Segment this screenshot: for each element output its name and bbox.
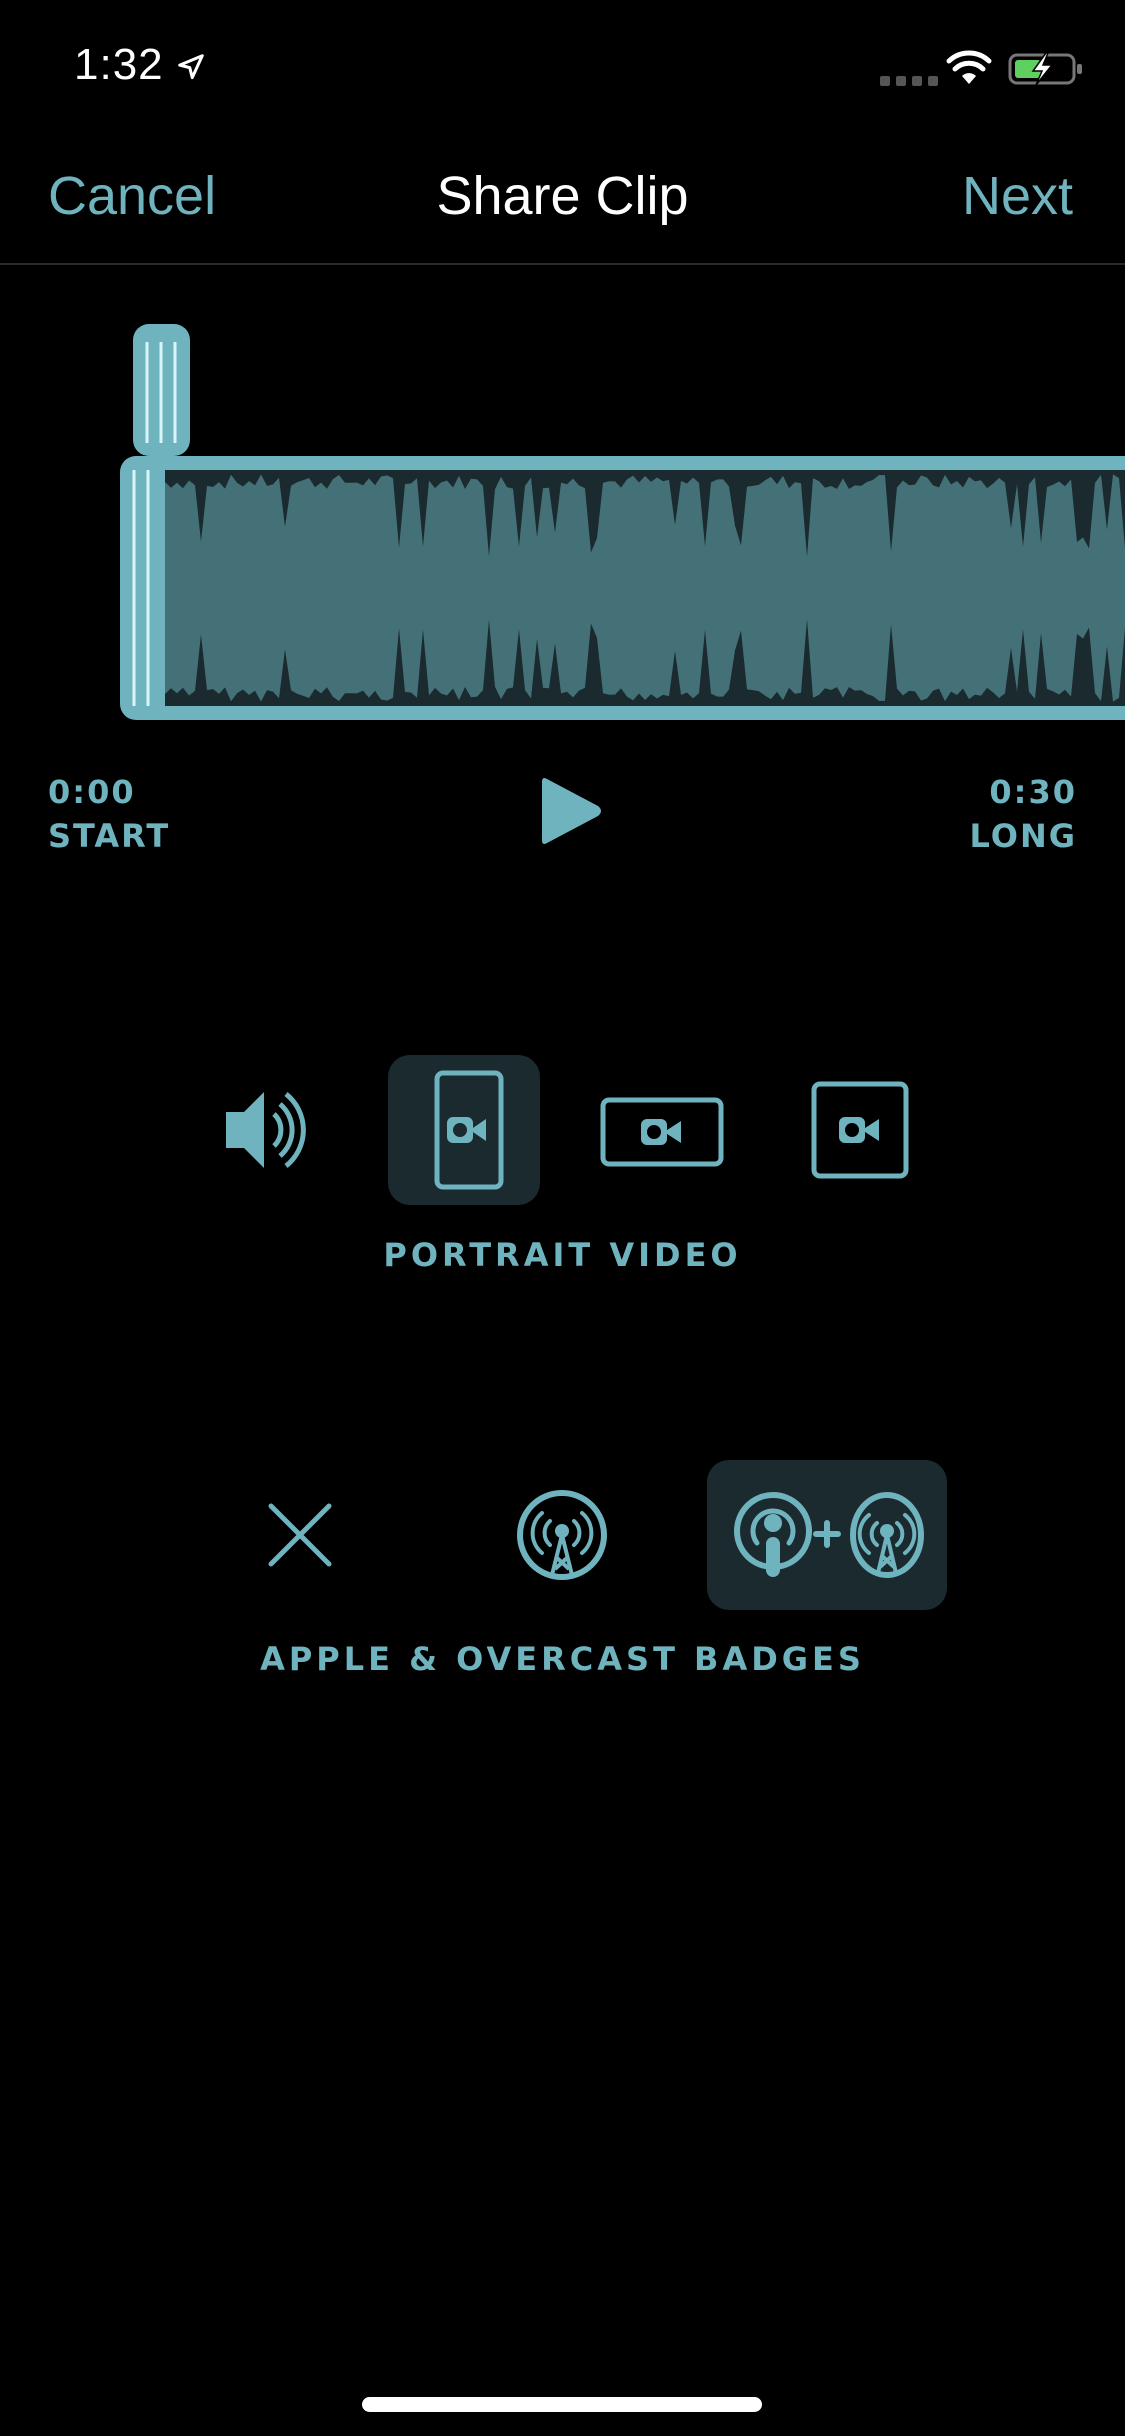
battery-charging-icon	[1008, 52, 1082, 86]
badge-none-button[interactable]	[225, 1460, 375, 1610]
page-title: Share Clip	[436, 166, 689, 226]
format-selected-label: PORTRAIT VIDEO	[383, 1236, 742, 1274]
cellular-signal-icon	[880, 76, 938, 86]
start-time: 0:00	[48, 773, 136, 811]
apple-podcasts-plus-overcast-icon	[734, 1492, 924, 1578]
length-label: LONG	[969, 817, 1077, 855]
start-handle-top[interactable]	[133, 324, 190, 456]
status-time: 1:32	[74, 40, 164, 89]
status-bar: 1:32	[0, 0, 1125, 140]
format-portrait-button[interactable]	[388, 1055, 540, 1205]
home-indicator[interactable]	[362, 2397, 762, 2412]
clip-length: 0:30 LONG	[970, 770, 1078, 858]
wifi-icon	[946, 50, 992, 84]
waveform-shape	[165, 474, 1125, 702]
plus-icon	[813, 1520, 841, 1548]
landscape-video-icon	[600, 1097, 724, 1167]
overcast-icon	[517, 1490, 607, 1580]
portrait-video-icon	[434, 1070, 504, 1190]
start-label: START	[48, 817, 171, 855]
length-time: 0:30	[989, 773, 1077, 811]
overcast-icon	[850, 1492, 924, 1578]
badge-overcast-button[interactable]	[487, 1460, 637, 1610]
speaker-icon	[226, 1092, 306, 1168]
next-button[interactable]: Next	[962, 165, 1073, 227]
navigation-bar: Cancel Share Clip Next	[0, 140, 1125, 265]
clip-start: 0:00 START	[48, 770, 170, 858]
format-options	[0, 1055, 1125, 1205]
play-icon	[542, 778, 601, 844]
square-video-icon	[811, 1081, 909, 1179]
waveform-svg	[120, 324, 1125, 720]
format-landscape-button[interactable]	[586, 1055, 738, 1205]
apple-podcasts-icon	[734, 1492, 812, 1577]
badge-apple-overcast-button[interactable]	[707, 1460, 947, 1610]
location-arrow-icon	[178, 54, 204, 80]
close-icon	[268, 1503, 332, 1567]
badge-selected-label: APPLE & OVERCAST BADGES	[260, 1640, 865, 1678]
play-button[interactable]	[536, 776, 606, 846]
format-square-button[interactable]	[784, 1055, 936, 1205]
badge-options	[0, 1460, 1125, 1610]
format-audio-button[interactable]	[192, 1055, 344, 1205]
waveform-trimmer[interactable]	[0, 320, 1125, 730]
